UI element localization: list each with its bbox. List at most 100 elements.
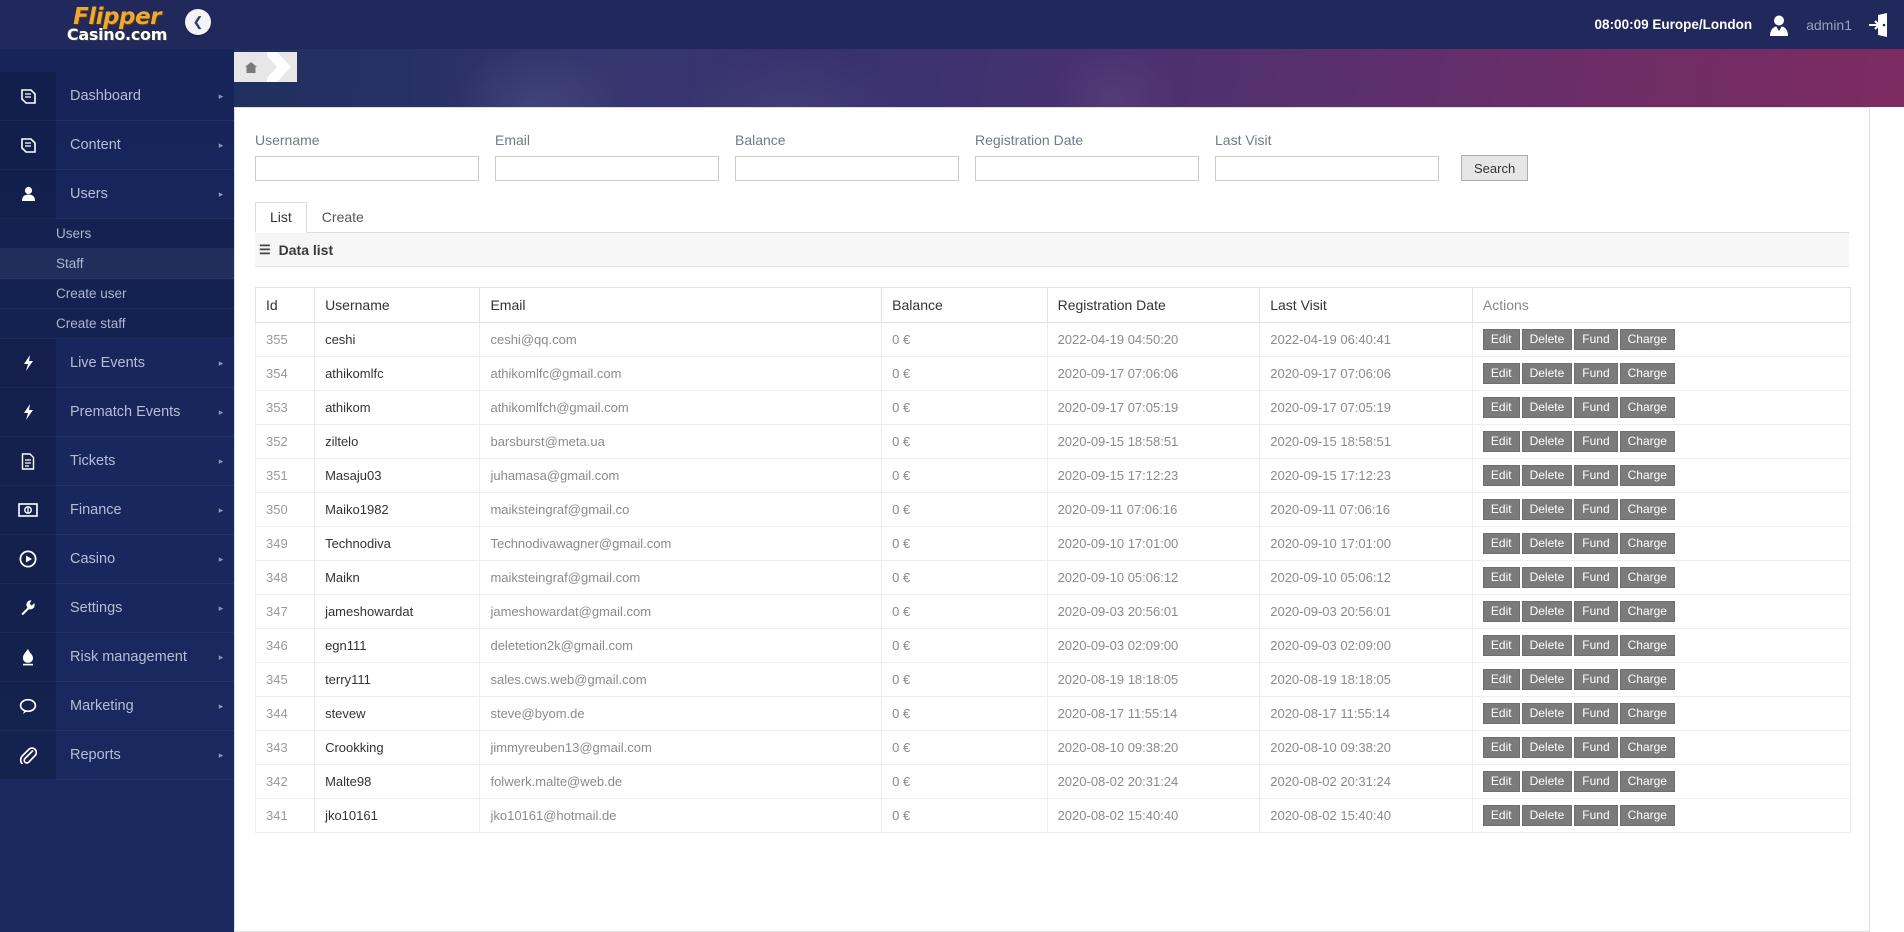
fund-button[interactable]: Fund	[1574, 737, 1618, 758]
charge-button[interactable]: Charge	[1619, 737, 1675, 758]
sidebar-collapse-button[interactable]: ❮	[185, 9, 211, 35]
home-icon[interactable]	[234, 52, 267, 82]
charge-button[interactable]: Charge	[1619, 669, 1675, 690]
sidebar-item-marketing[interactable]: Marketing ▸	[0, 681, 234, 731]
delete-button[interactable]: Delete	[1521, 703, 1573, 724]
edit-button[interactable]: Edit	[1482, 363, 1520, 384]
cell-registration-date: 2020-09-17 07:06:06	[1046, 356, 1261, 391]
charge-button[interactable]: Charge	[1619, 601, 1675, 622]
delete-button[interactable]: Delete	[1521, 669, 1573, 690]
sidebar-subitem-staff[interactable]: Staff	[0, 249, 234, 279]
charge-button[interactable]: Charge	[1619, 431, 1675, 452]
delete-button[interactable]: Delete	[1521, 737, 1573, 758]
edit-button[interactable]: Edit	[1482, 635, 1520, 656]
fund-button[interactable]: Fund	[1574, 465, 1618, 486]
sidebar-item-users[interactable]: Users ▸	[0, 169, 234, 219]
logout-icon[interactable]	[1866, 12, 1890, 38]
sidebar-item-risk-management[interactable]: Risk management ▸	[0, 632, 234, 682]
fund-button[interactable]: Fund	[1574, 805, 1618, 826]
column-header-id[interactable]: Id	[254, 287, 316, 323]
charge-button[interactable]: Charge	[1619, 465, 1675, 486]
search-input-registration-date[interactable]	[975, 156, 1199, 181]
edit-button[interactable]: Edit	[1482, 329, 1520, 350]
delete-button[interactable]: Delete	[1521, 431, 1573, 452]
charge-button[interactable]: Charge	[1619, 805, 1675, 826]
sidebar-item-casino[interactable]: Casino ▸	[0, 534, 234, 584]
fund-button[interactable]: Fund	[1574, 329, 1618, 350]
column-header-username[interactable]: Username	[314, 287, 481, 323]
delete-button[interactable]: Delete	[1521, 329, 1573, 350]
edit-button[interactable]: Edit	[1482, 499, 1520, 520]
edit-button[interactable]: Edit	[1482, 601, 1520, 622]
sidebar-subitem-users[interactable]: Users	[0, 219, 234, 249]
charge-button[interactable]: Charge	[1619, 533, 1675, 554]
sidebar-item-content[interactable]: Content ▸	[0, 120, 234, 170]
fund-button[interactable]: Fund	[1574, 601, 1618, 622]
search-input-last-visit[interactable]	[1215, 156, 1439, 181]
charge-button[interactable]: Charge	[1619, 635, 1675, 656]
delete-button[interactable]: Delete	[1521, 635, 1573, 656]
sidebar-item-reports[interactable]: Reports ▸	[0, 730, 234, 780]
sidebar-item-dashboard[interactable]: Dashboard ▸	[0, 71, 234, 121]
fund-button[interactable]: Fund	[1574, 567, 1618, 588]
sidebar-item-live-events[interactable]: Live Events ▸	[0, 338, 234, 388]
fund-button[interactable]: Fund	[1574, 533, 1618, 554]
fund-button[interactable]: Fund	[1574, 635, 1618, 656]
edit-button[interactable]: Edit	[1482, 397, 1520, 418]
search-input-username[interactable]	[255, 156, 479, 181]
edit-button[interactable]: Edit	[1482, 805, 1520, 826]
delete-button[interactable]: Delete	[1521, 601, 1573, 622]
delete-button[interactable]: Delete	[1521, 805, 1573, 826]
edit-button[interactable]: Edit	[1482, 669, 1520, 690]
fund-button[interactable]: Fund	[1574, 397, 1618, 418]
book-icon	[0, 120, 56, 170]
charge-button[interactable]: Charge	[1619, 567, 1675, 588]
sidebar-subitem-create-staff[interactable]: Create staff	[0, 309, 234, 339]
charge-button[interactable]: Charge	[1619, 363, 1675, 384]
fund-button[interactable]: Fund	[1574, 771, 1618, 792]
column-header-balance[interactable]: Balance	[881, 287, 1048, 323]
sidebar-subitem-create-user[interactable]: Create user	[0, 279, 234, 309]
delete-button[interactable]: Delete	[1521, 465, 1573, 486]
charge-button[interactable]: Charge	[1619, 771, 1675, 792]
delete-button[interactable]: Delete	[1521, 533, 1573, 554]
edit-button[interactable]: Edit	[1482, 567, 1520, 588]
tab-list[interactable]: List	[255, 202, 307, 233]
sidebar-item-prematch-events[interactable]: Prematch Events ▸	[0, 387, 234, 437]
fund-button[interactable]: Fund	[1574, 363, 1618, 384]
edit-button[interactable]: Edit	[1482, 533, 1520, 554]
delete-button[interactable]: Delete	[1521, 499, 1573, 520]
delete-button[interactable]: Delete	[1521, 567, 1573, 588]
edit-button[interactable]: Edit	[1482, 703, 1520, 724]
edit-button[interactable]: Edit	[1482, 431, 1520, 452]
delete-button[interactable]: Delete	[1521, 771, 1573, 792]
fund-button[interactable]: Fund	[1574, 669, 1618, 690]
sidebar-item-settings[interactable]: Settings ▸	[0, 583, 234, 633]
edit-button[interactable]: Edit	[1482, 737, 1520, 758]
delete-button[interactable]: Delete	[1521, 363, 1573, 384]
column-header-registration-date[interactable]: Registration Date	[1046, 287, 1261, 323]
charge-button[interactable]: Charge	[1619, 499, 1675, 520]
tab-create[interactable]: Create	[307, 202, 379, 233]
cell-id: 353	[254, 390, 316, 425]
search-button[interactable]: Search	[1461, 155, 1529, 181]
edit-button[interactable]: Edit	[1482, 465, 1520, 486]
column-header-last-visit[interactable]: Last Visit	[1259, 287, 1473, 323]
search-input-balance[interactable]	[735, 156, 959, 181]
sidebar: Dashboard ▸ Content ▸ Users ▸ Users Staf…	[0, 49, 234, 932]
fund-button[interactable]: Fund	[1574, 703, 1618, 724]
user-avatar-icon[interactable]	[1766, 12, 1792, 38]
fund-button[interactable]: Fund	[1574, 431, 1618, 452]
sidebar-item-label: Settings	[70, 600, 123, 616]
search-input-email[interactable]	[495, 156, 719, 181]
brand-logo-bottom: Casino.com	[66, 24, 168, 44]
sidebar-item-finance[interactable]: Finance ▸	[0, 485, 234, 535]
sidebar-item-tickets[interactable]: Tickets ▸	[0, 436, 234, 486]
charge-button[interactable]: Charge	[1619, 397, 1675, 418]
column-header-email[interactable]: Email	[479, 287, 883, 323]
charge-button[interactable]: Charge	[1619, 329, 1675, 350]
charge-button[interactable]: Charge	[1619, 703, 1675, 724]
fund-button[interactable]: Fund	[1574, 499, 1618, 520]
edit-button[interactable]: Edit	[1482, 771, 1520, 792]
delete-button[interactable]: Delete	[1521, 397, 1573, 418]
